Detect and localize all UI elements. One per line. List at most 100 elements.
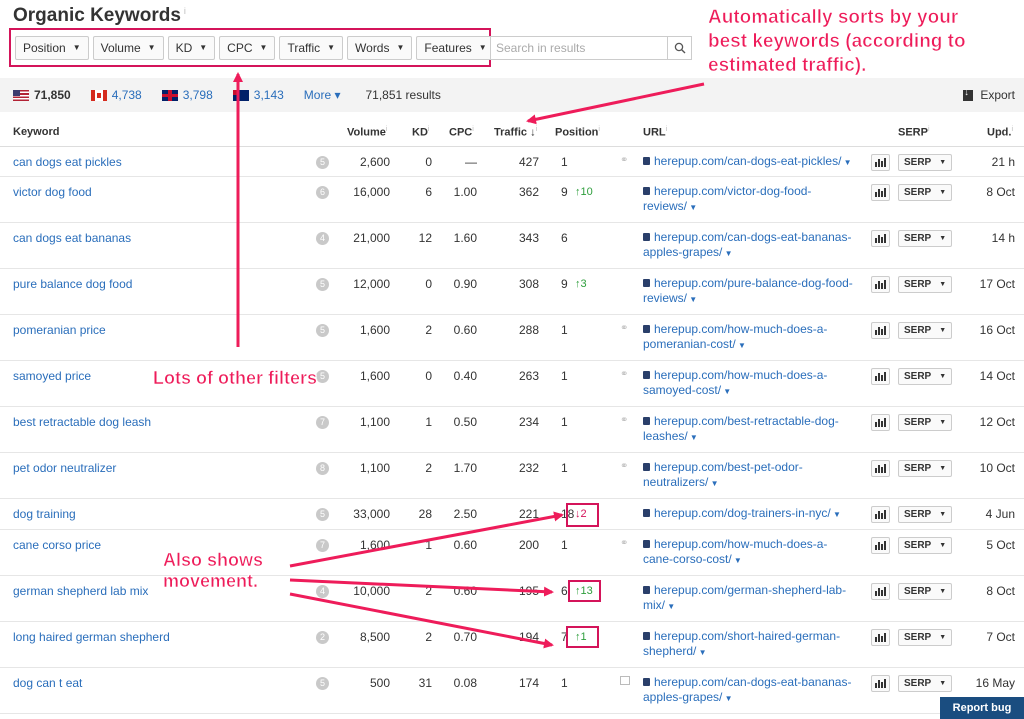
col-cpc[interactable]: CPCi [449, 126, 474, 139]
search-icon[interactable] [667, 37, 691, 59]
serp-button[interactable]: SERP ▼ [898, 675, 952, 692]
filter-label: Features [424, 40, 472, 55]
col-updated[interactable]: Upd.i [987, 126, 1013, 139]
keyword-link[interactable]: pomeranian price [13, 323, 106, 337]
serp-button[interactable]: SERP ▼ [898, 537, 952, 554]
url-dropdown-icon[interactable]: ▼ [665, 602, 675, 611]
chart-icon[interactable] [871, 675, 890, 692]
filter-volume-button[interactable]: Volume ▼ [92, 35, 164, 60]
kd-value: 6 [425, 185, 432, 199]
keyword-link[interactable]: german shepherd lab mix [13, 584, 148, 598]
url-dropdown-icon[interactable]: ▼ [688, 433, 698, 442]
chart-icon[interactable] [871, 537, 890, 554]
col-position[interactable]: Positioni [555, 126, 600, 139]
col-volume[interactable]: Volumei [347, 126, 387, 139]
traffic-value: 263 [518, 369, 539, 383]
keyword-link[interactable]: pure balance dog food [13, 277, 132, 291]
url-link[interactable]: herepup.com/can-dogs-eat-pickles/ [654, 154, 841, 168]
url-link[interactable]: herepup.com/victor-dog-food-reviews/ [643, 184, 811, 213]
chart-icon[interactable] [871, 154, 890, 171]
country-tab[interactable]: 71,850 [13, 88, 71, 102]
serp-button[interactable]: SERP ▼ [898, 276, 952, 293]
url-link[interactable]: herepup.com/dog-trainers-in-nyc/ [654, 506, 831, 520]
country-tab[interactable]: 3,798 [161, 88, 213, 102]
serp-button[interactable]: SERP ▼ [898, 154, 952, 171]
keyword-link[interactable]: cane corso price [13, 538, 101, 552]
filter-cpc-button[interactable]: CPC ▼ [219, 35, 276, 60]
country-count: 4,738 [111, 88, 142, 102]
keyword-link[interactable]: pet odor neutralizer [13, 461, 116, 475]
serp-button[interactable]: SERP ▼ [898, 460, 952, 477]
info-icon[interactable]: i [184, 6, 186, 16]
col-url[interactable]: URLi [643, 126, 667, 139]
serp-button[interactable]: SERP ▼ [898, 629, 952, 646]
serp-button[interactable]: SERP ▼ [898, 583, 952, 600]
keyword-link[interactable]: best retractable dog leash [13, 415, 151, 429]
filter-features-button[interactable]: Features ▼ [416, 35, 495, 60]
url-link[interactable]: herepup.com/best-pet-odor-neutralizers/ [643, 460, 803, 489]
serp-button[interactable]: SERP ▼ [898, 368, 952, 385]
chart-icon[interactable] [871, 276, 890, 293]
chart-icon[interactable] [871, 414, 890, 431]
url-dropdown-icon[interactable]: ▼ [687, 203, 697, 212]
keyword-link[interactable]: can dogs eat pickles [13, 155, 122, 169]
sitelink-icon: ⚭ [620, 461, 629, 472]
keyword-link[interactable]: long haired german shepherd [13, 630, 170, 644]
col-kd[interactable]: KDi [412, 126, 429, 139]
ca-flag-icon [90, 89, 107, 101]
url-link[interactable]: herepup.com/best-retractable-dog-leashes… [643, 414, 839, 443]
serp-button[interactable]: SERP ▼ [898, 230, 952, 247]
url-link[interactable]: herepup.com/pure-balance-dog-food-review… [643, 276, 853, 305]
url-dropdown-icon[interactable]: ▼ [831, 510, 841, 519]
country-tab[interactable]: 4,738 [90, 88, 142, 102]
search-input[interactable] [491, 37, 667, 59]
col-keyword[interactable]: Keyword [13, 126, 59, 138]
keyword-link[interactable]: dog can t eat [13, 676, 82, 690]
serp-button[interactable]: SERP ▼ [898, 506, 952, 523]
caret-down-icon: ▼ [939, 542, 947, 549]
url-dropdown-icon[interactable]: ▼ [722, 249, 733, 258]
report-bug-button[interactable]: Report bug [940, 697, 1024, 719]
filter-kd-button[interactable]: KD ▼ [167, 35, 216, 60]
serp-features-count-badge: 7 [316, 416, 329, 429]
serp-button[interactable]: SERP ▼ [898, 414, 952, 431]
url-dropdown-icon[interactable]: ▼ [841, 158, 852, 167]
url-dropdown-icon[interactable]: ▼ [687, 295, 697, 304]
chart-icon[interactable] [871, 583, 890, 600]
annotation-filters: Lots of other filters [153, 368, 318, 389]
more-countries-button[interactable]: More ▾ [304, 88, 341, 102]
sitelink-icon: ⚭ [620, 323, 629, 334]
chart-icon[interactable] [871, 368, 890, 385]
serp-button[interactable]: SERP ▼ [898, 184, 952, 201]
url-link[interactable]: herepup.com/can-dogs-eat-bananas-apples-… [643, 230, 851, 259]
url-link[interactable]: herepup.com/can-dogs-eat-bananas-apples-… [643, 675, 851, 704]
chart-icon[interactable] [871, 184, 890, 201]
chart-icon[interactable] [871, 230, 890, 247]
keyword-link[interactable]: victor dog food [13, 185, 92, 199]
keyword-link[interactable]: samoyed price [13, 369, 91, 383]
url-dropdown-icon[interactable]: ▼ [708, 479, 719, 488]
url-dropdown-icon[interactable]: ▼ [736, 341, 746, 350]
export-button[interactable]: Export [963, 87, 1015, 102]
url-dropdown-icon[interactable]: ▼ [696, 648, 707, 657]
updated-value: 12 Oct [979, 415, 1015, 429]
col-traffic[interactable]: Traffic ↓i [494, 126, 537, 139]
info-icon: i [598, 126, 600, 133]
filter-position-button[interactable]: Position ▼ [15, 35, 89, 60]
chart-icon[interactable] [871, 322, 890, 339]
url-dropdown-icon[interactable]: ▼ [732, 556, 742, 565]
serp-button[interactable]: SERP ▼ [898, 322, 952, 339]
filter-words-button[interactable]: Words ▼ [347, 35, 413, 60]
keyword-link[interactable]: dog training [13, 507, 76, 521]
chart-icon[interactable] [871, 460, 890, 477]
col-serp[interactable]: SERPi [898, 126, 930, 139]
filter-traffic-button[interactable]: Traffic ▼ [279, 35, 344, 60]
country-tab[interactable]: 3,143 [232, 88, 284, 102]
url-dropdown-icon[interactable]: ▼ [722, 694, 733, 703]
url-dropdown-icon[interactable]: ▼ [721, 387, 731, 396]
chart-icon[interactable] [871, 506, 890, 523]
url-link[interactable]: herepup.com/how-much-does-a-samoyed-cost… [643, 368, 827, 397]
url-link[interactable]: herepup.com/short-haired-german-shepherd… [643, 629, 840, 658]
chart-icon[interactable] [871, 629, 890, 646]
keyword-link[interactable]: can dogs eat bananas [13, 231, 131, 245]
